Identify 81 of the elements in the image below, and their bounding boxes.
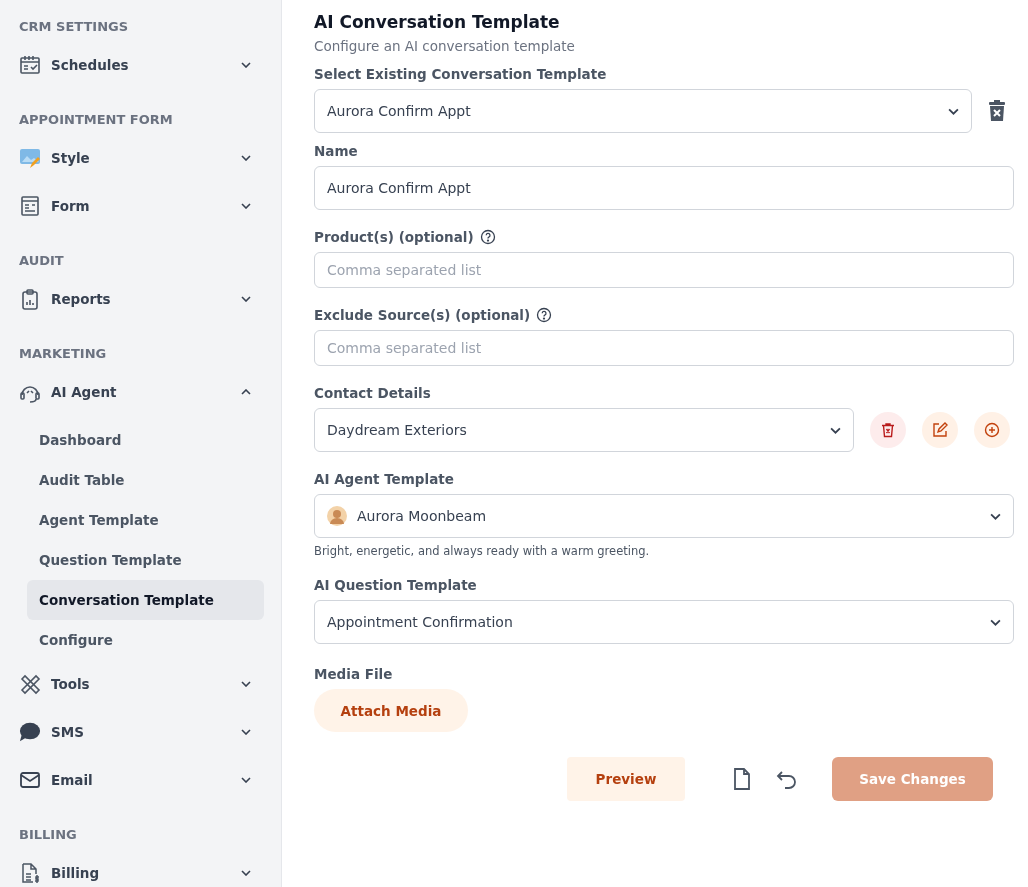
item-label: Reports: [51, 291, 112, 307]
submenu-item[interactable]: Dashboard: [27, 420, 264, 460]
ruler-pencil-icon: [19, 673, 41, 695]
item-label: AI Agent: [51, 384, 118, 400]
sidebar-item[interactable]: AI Agent: [0, 368, 281, 416]
section-heading: BILLING: [19, 826, 78, 844]
invoice-icon: [19, 862, 41, 884]
section-heading: MARKETING: [19, 345, 108, 363]
edit-button[interactable]: [922, 412, 958, 448]
sidebar-item[interactable]: Billing: [0, 849, 281, 887]
sidebar-item[interactable]: Form: [0, 182, 281, 230]
delete-button[interactable]: [870, 412, 906, 448]
field-label: Product(s) (optional): [314, 229, 474, 245]
helper-text: Bright, energetic, and always ready with a warm greeting.: [314, 544, 651, 558]
delete-icon[interactable]: [988, 100, 1006, 122]
item-label: SMS: [51, 724, 85, 740]
chevron-down-icon[interactable]: [241, 681, 251, 687]
page-title: AI Conversation Template: [314, 11, 561, 33]
chevron-down-icon[interactable]: [241, 155, 251, 161]
submenu-item[interactable]: Audit Table: [27, 460, 264, 500]
section-heading: AUDIT: [19, 252, 65, 270]
envelope-icon: [19, 769, 41, 791]
form-icon: [19, 195, 41, 217]
sidebar-item[interactable]: Schedules: [0, 41, 281, 89]
chevron-down-icon: [830, 426, 841, 434]
chevron-down-icon[interactable]: [241, 729, 251, 735]
plus-circle-icon: [984, 422, 1000, 438]
help-icon[interactable]: [536, 307, 553, 323]
text-input[interactable]: Comma separated list: [314, 252, 1014, 288]
submenu-item[interactable]: Conversation Template: [27, 580, 264, 620]
field-label: AI Agent Template: [314, 471, 454, 487]
question-select[interactable]: Appointment Confirmation: [314, 600, 1014, 644]
submenu-item[interactable]: Agent Template: [27, 500, 264, 540]
submenu-item[interactable]: Configure: [27, 620, 264, 660]
page-subtitle: Configure an AI conversation template: [314, 37, 576, 56]
chevron-down-icon[interactable]: [241, 777, 251, 783]
field-label: Exclude Source(s) (optional): [314, 307, 531, 323]
calendar-icon: [19, 54, 41, 76]
field-label: Name: [314, 143, 358, 159]
chat-bubble-icon: [19, 721, 41, 743]
submenu-item[interactable]: Question Template: [27, 540, 264, 580]
item-label: Form: [51, 198, 91, 214]
picture-pencil-icon: [19, 147, 41, 169]
sidebar-item[interactable]: Style: [0, 134, 281, 182]
template-select[interactable]: Aurora Confirm Appt: [314, 89, 972, 133]
attach-media-button[interactable]: Attach Media: [314, 689, 468, 732]
section-heading: APPOINTMENT FORM: [19, 111, 174, 129]
trash-icon: [880, 422, 896, 438]
help-icon[interactable]: [479, 229, 496, 245]
item-label: Style: [51, 150, 91, 166]
sidebar-item[interactable]: SMS: [0, 708, 281, 756]
item-label: Email: [51, 772, 94, 788]
chevron-down-icon[interactable]: [241, 296, 251, 302]
chevron-down-icon: [948, 107, 959, 115]
section-heading: CRM SETTINGS: [19, 18, 130, 36]
field-label: Select Existing Conversation Template: [314, 66, 607, 82]
sidebar-item[interactable]: Reports: [0, 275, 281, 323]
chevron-down-icon: [990, 618, 1001, 626]
chevron-down-icon: [990, 512, 1001, 520]
name-input[interactable]: Aurora Confirm Appt: [314, 166, 1014, 210]
field-label: Contact Details: [314, 385, 431, 401]
document-icon[interactable]: [731, 767, 753, 791]
preview-button[interactable]: Preview: [567, 757, 685, 801]
chevron-down-icon[interactable]: [241, 62, 251, 68]
clipboard-icon: [19, 288, 41, 310]
field-label: AI Question Template: [314, 577, 477, 593]
field-label: Media File: [314, 666, 393, 682]
item-label: Tools: [51, 676, 91, 692]
item-label: Schedules: [51, 57, 130, 73]
chevron-down-icon[interactable]: [241, 203, 251, 209]
sidebar-item[interactable]: Email: [0, 756, 281, 804]
text-input[interactable]: Comma separated list: [314, 330, 1014, 366]
avatar-icon: [327, 506, 347, 526]
chevron-down-icon[interactable]: [241, 870, 251, 876]
add-button[interactable]: [974, 412, 1010, 448]
sidebar-item[interactable]: Tools: [0, 660, 281, 708]
edit-icon: [932, 422, 948, 438]
item-label: Billing: [51, 865, 101, 881]
agent-select[interactable]: Aurora Moonbeam: [314, 494, 1014, 538]
contact-select[interactable]: Daydream Exteriors: [314, 408, 854, 452]
chevron-up-icon[interactable]: [241, 389, 251, 395]
